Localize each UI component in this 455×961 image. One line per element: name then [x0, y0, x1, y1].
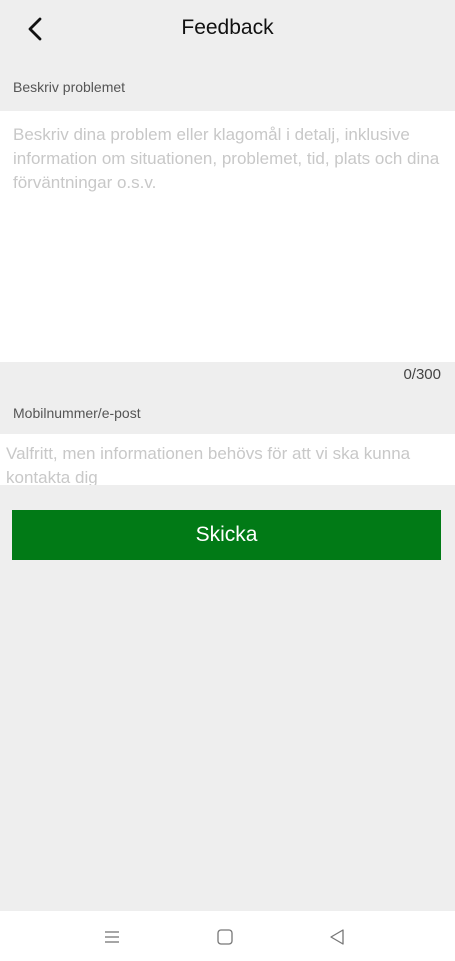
chevron-left-icon	[28, 17, 42, 41]
page-title: Feedback	[181, 16, 274, 39]
submit-button[interactable]: Skicka	[12, 510, 441, 560]
description-label: Beskriv problemet	[13, 79, 126, 95]
description-input[interactable]	[0, 111, 455, 362]
system-nav-bar	[0, 911, 455, 961]
contact-input[interactable]	[0, 434, 455, 485]
character-counter: 0/300	[403, 366, 441, 383]
description-box	[0, 111, 455, 362]
contact-label: Mobilnummer/e-post	[13, 405, 141, 421]
back-button[interactable]	[22, 14, 50, 44]
top-bar: Feedback	[0, 0, 455, 58]
contact-box	[0, 434, 455, 485]
feedback-page: Feedback Beskriv problemet 0/300 Mobilnu…	[0, 0, 455, 961]
home-square-icon[interactable]	[215, 927, 235, 947]
menu-icon[interactable]	[102, 927, 122, 947]
back-triangle-icon[interactable]	[327, 927, 347, 947]
